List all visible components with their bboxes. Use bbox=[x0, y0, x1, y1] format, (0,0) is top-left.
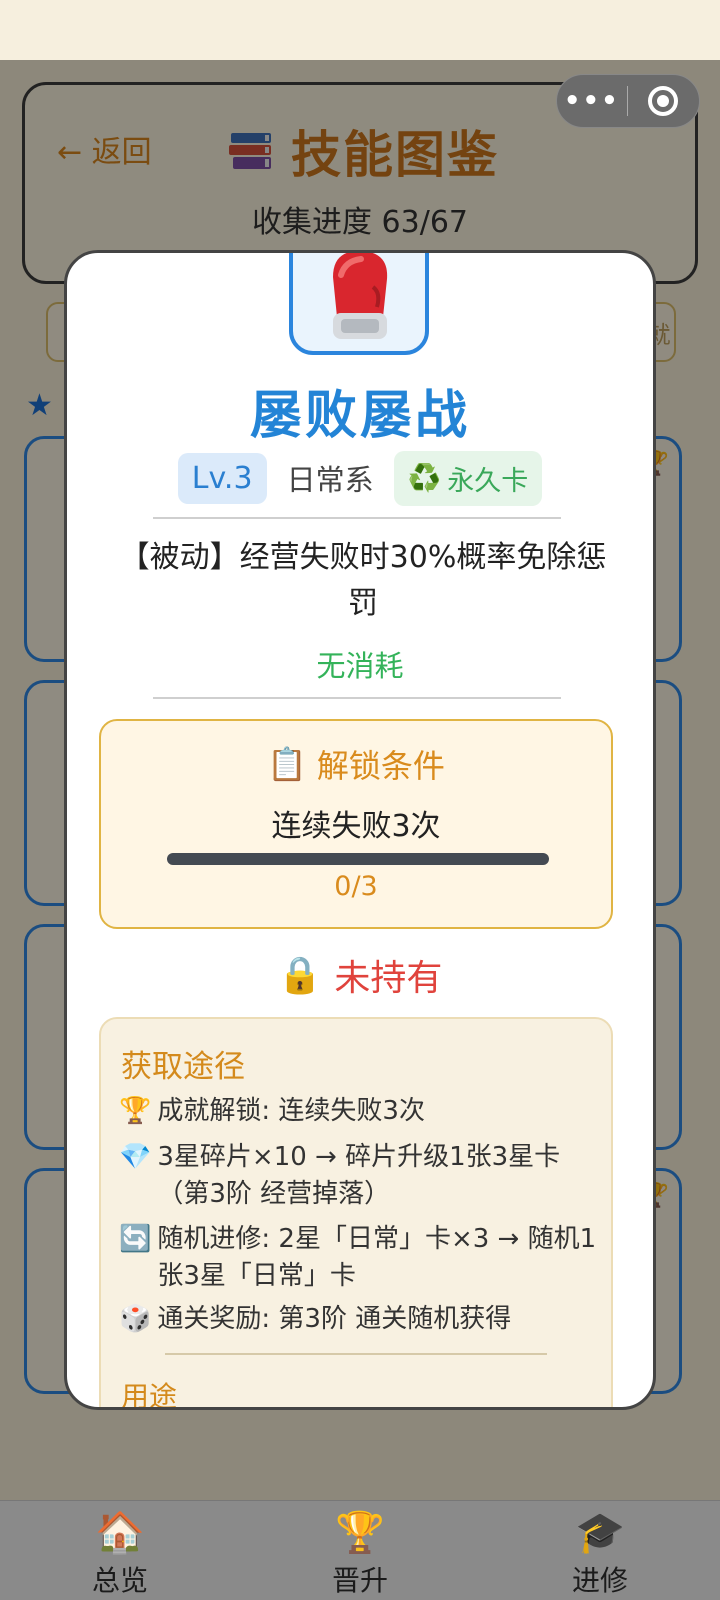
nav-promotion[interactable]: 🏆 晋升 bbox=[240, 1501, 480, 1600]
graduation-cap-icon: 🎓 bbox=[575, 1510, 625, 1556]
permanent-card-label: 永久卡 bbox=[447, 465, 529, 497]
ownership-status: 🔒 未持有 bbox=[67, 949, 653, 1001]
skill-icon-box bbox=[289, 253, 429, 355]
boxing-glove-icon bbox=[333, 253, 388, 339]
close-miniprogram-button[interactable] bbox=[628, 86, 700, 116]
house-icon: 🏠 bbox=[95, 1510, 145, 1556]
unlock-condition-box: 📋 解锁条件 连续失败3次 0/3 bbox=[99, 719, 613, 929]
skill-name: 屡败屡战 bbox=[249, 386, 470, 446]
divider bbox=[153, 517, 561, 519]
level-tag: Lv.3 bbox=[177, 452, 267, 504]
miniprogram-capsule: ••• bbox=[556, 74, 700, 128]
obtain-methods-box: 获取途径 🏆 成就解锁: 连续失败3次 💎 3星碎片×10 → 碎片升级1张3星… bbox=[99, 1017, 613, 1410]
obtain-item: 🏆 成就解锁: 连续失败3次 bbox=[119, 1093, 599, 1130]
obtain-item-text: 成就解锁: 连续失败3次 bbox=[157, 1096, 425, 1126]
gem-icon: 💎 bbox=[119, 1142, 152, 1172]
lock-icon: 🔒 bbox=[277, 955, 323, 996]
nav-label: 晋升 bbox=[331, 1564, 388, 1597]
trophy-icon: 🏆 bbox=[335, 1510, 385, 1556]
clipboard-icon: 📋 bbox=[267, 745, 307, 783]
skill-cost: 无消耗 bbox=[316, 649, 404, 683]
bottom-nav: 🏠 总览 🏆 晋升 🎓 进修 bbox=[0, 1500, 720, 1600]
recycle-icon: ♻️ bbox=[407, 463, 442, 494]
unlock-title: 📋 解锁条件 bbox=[101, 741, 611, 787]
nav-label: 进修 bbox=[571, 1564, 628, 1597]
skill-detail-modal: 屡败屡战 Lv.3 日常系 ♻️ 永久卡 【被动】经营失败时30%概率免除惩罚 … bbox=[64, 250, 656, 1410]
unlock-progress-count: 0/3 bbox=[334, 871, 378, 902]
divider bbox=[165, 1353, 547, 1355]
unlock-condition: 连续失败3次 bbox=[271, 809, 441, 844]
target-icon bbox=[648, 86, 679, 116]
divider bbox=[153, 697, 561, 699]
unlock-title-label: 解锁条件 bbox=[316, 747, 445, 785]
obtain-item: 🔄 随机进修: 2星「日常」卡×3 → 随机1张3星「日常」卡 bbox=[119, 1221, 599, 1295]
permanent-card-tag: ♻️ 永久卡 bbox=[393, 450, 543, 506]
obtain-item-text: 通关奖励: 第3阶 通关随机获得 bbox=[157, 1304, 512, 1334]
obtain-item: 💎 3星碎片×10 → 碎片升级1张3星卡（第3阶 经营掉落） bbox=[119, 1139, 599, 1213]
next-section-title: 用途 bbox=[121, 1380, 178, 1410]
status-bar bbox=[0, 0, 720, 60]
skill-description: 【被动】经营失败时30%概率免除惩罚 bbox=[119, 540, 607, 621]
refresh-icon: 🔄 bbox=[119, 1224, 152, 1254]
ownership-status-label: 未持有 bbox=[334, 958, 443, 999]
type-tag: 日常系 bbox=[286, 463, 374, 497]
more-menu-icon[interactable]: ••• bbox=[557, 86, 627, 116]
obtain-title: 获取途径 bbox=[121, 1049, 245, 1085]
skill-tags: Lv.3 日常系 ♻️ 永久卡 bbox=[67, 449, 653, 507]
unlock-progress-bar bbox=[167, 853, 549, 865]
obtain-item-text: 随机进修: 2星「日常」卡×3 → 随机1张3星「日常」卡 bbox=[157, 1224, 597, 1291]
nav-overview[interactable]: 🏠 总览 bbox=[0, 1501, 240, 1600]
dice-icon: 🎲 bbox=[119, 1304, 152, 1334]
trophy-icon: 🏆 bbox=[119, 1096, 152, 1126]
nav-label: 总览 bbox=[91, 1564, 148, 1597]
obtain-item-text: 3星碎片×10 → 碎片升级1张3星卡（第3阶 经营掉落） bbox=[157, 1142, 561, 1209]
nav-training[interactable]: 🎓 进修 bbox=[480, 1501, 720, 1600]
obtain-item: 🎲 通关奖励: 第3阶 通关随机获得 bbox=[119, 1301, 599, 1338]
